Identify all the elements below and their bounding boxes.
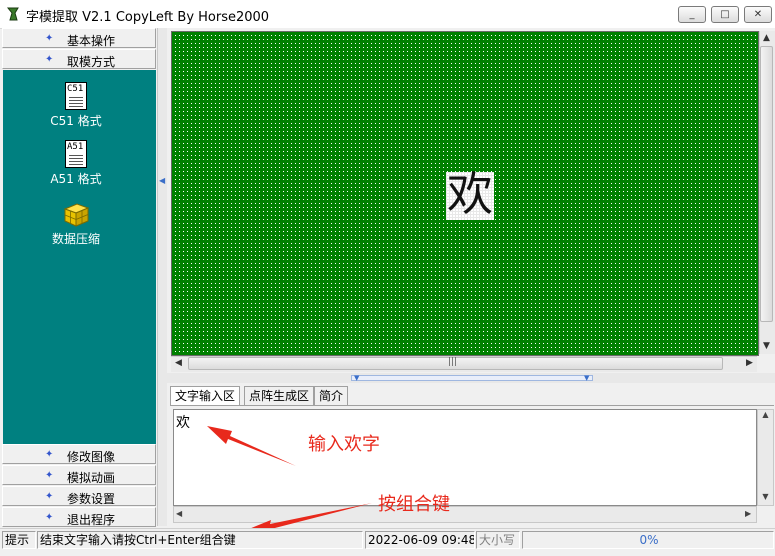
annotation-arrows — [207, 426, 372, 534]
status-message: 结束文字输入请按Ctrl+Enter组合键 — [37, 531, 363, 549]
status-caps: 大小写 — [476, 531, 520, 549]
status-progress: 0% — [522, 531, 774, 549]
annotation-input: 输入欢字 — [308, 434, 380, 455]
arrow-to-input-icon — [207, 426, 296, 466]
annotation-keys: 按组合键 — [378, 494, 450, 515]
status-datetime: 2022-06-09 09:48:41 — [365, 531, 475, 549]
status-hint-label: 提示 — [2, 531, 36, 549]
